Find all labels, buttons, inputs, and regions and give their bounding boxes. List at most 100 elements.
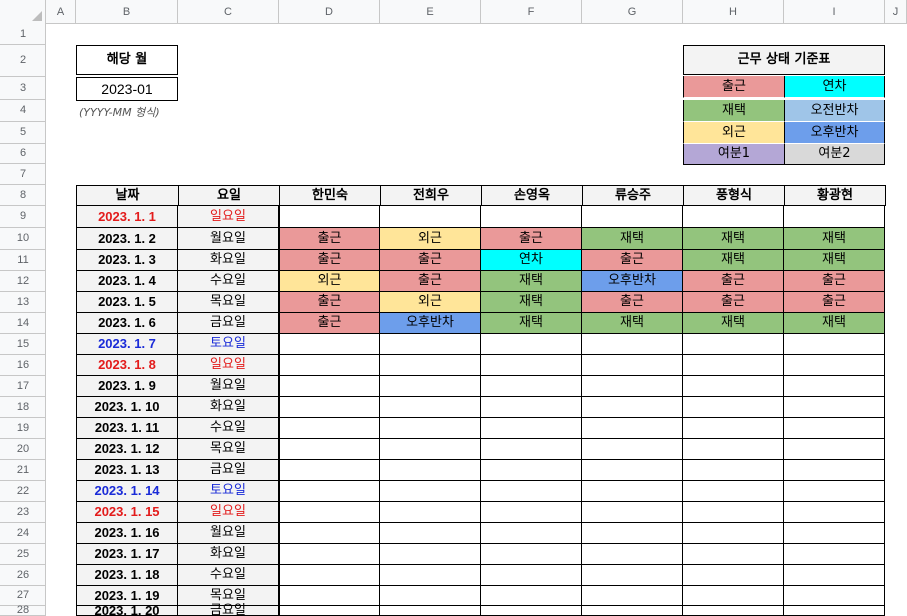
table-row-date[interactable]: 2023. 1. 10 — [76, 397, 178, 418]
table-row-date[interactable]: 2023. 1. 20 — [76, 604, 178, 616]
status-cell[interactable]: 연차 — [481, 250, 582, 271]
status-cell[interactable] — [683, 418, 784, 439]
row-header-2[interactable]: 2 — [0, 45, 46, 77]
month-input[interactable]: 2023-01 — [76, 77, 178, 101]
table-header-2[interactable]: 한민숙 — [279, 185, 381, 206]
status-cell[interactable]: 오후반차 — [582, 271, 683, 292]
status-cell[interactable] — [784, 586, 885, 606]
status-cell[interactable] — [582, 523, 683, 544]
status-cell[interactable] — [683, 565, 784, 586]
status-cell[interactable] — [784, 502, 885, 523]
row-header-13[interactable]: 13 — [0, 292, 46, 313]
status-cell[interactable] — [683, 586, 784, 606]
row-header-25[interactable]: 25 — [0, 544, 46, 565]
table-header-0[interactable]: 날짜 — [76, 185, 179, 206]
status-cell[interactable]: 재택 — [784, 228, 885, 250]
table-row-day[interactable]: 금요일 — [178, 460, 279, 481]
status-cell[interactable] — [784, 544, 885, 565]
status-cell[interactable] — [380, 606, 481, 616]
table-row-date[interactable]: 2023. 1. 14 — [76, 481, 178, 502]
status-cell[interactable]: 출근 — [784, 292, 885, 313]
table-header-7[interactable]: 황광현 — [784, 185, 886, 206]
row-header-28[interactable]: 28 — [0, 605, 46, 616]
status-cell[interactable]: 재택 — [582, 228, 683, 250]
table-row-day[interactable]: 금요일 — [178, 604, 279, 616]
table-row-day[interactable]: 수요일 — [178, 565, 279, 586]
status-cell[interactable] — [683, 206, 784, 228]
row-header-15[interactable]: 15 — [0, 334, 46, 355]
row-header-9[interactable]: 9 — [0, 206, 46, 228]
column-header-f[interactable]: F — [481, 0, 582, 24]
status-cell[interactable] — [582, 502, 683, 523]
row-header-26[interactable]: 26 — [0, 565, 46, 586]
status-cell[interactable] — [683, 606, 784, 616]
status-cell[interactable] — [279, 460, 380, 481]
status-cell[interactable]: 출근 — [683, 292, 784, 313]
row-header-1[interactable]: 1 — [0, 24, 46, 45]
status-cell[interactable]: 출근 — [683, 271, 784, 292]
status-cell[interactable] — [481, 586, 582, 606]
status-cell[interactable] — [481, 439, 582, 460]
status-cell[interactable] — [582, 606, 683, 616]
table-row-date[interactable]: 2023. 1. 13 — [76, 460, 178, 481]
table-row-date[interactable]: 2023. 1. 6 — [76, 313, 178, 334]
table-row-day[interactable]: 목요일 — [178, 439, 279, 460]
status-cell[interactable] — [582, 544, 683, 565]
status-cell[interactable] — [481, 565, 582, 586]
table-header-4[interactable]: 손영옥 — [481, 185, 583, 206]
status-cell[interactable]: 재택 — [582, 313, 683, 334]
status-cell[interactable] — [582, 481, 683, 502]
table-row-date[interactable]: 2023. 1. 2 — [76, 228, 178, 250]
row-header-27[interactable]: 27 — [0, 586, 46, 606]
table-row-day[interactable]: 일요일 — [178, 206, 279, 228]
status-cell[interactable]: 출근 — [380, 271, 481, 292]
status-cell[interactable] — [582, 418, 683, 439]
status-cell[interactable]: 출근 — [380, 250, 481, 271]
row-header-14[interactable]: 14 — [0, 313, 46, 334]
status-cell[interactable]: 재택 — [481, 313, 582, 334]
row-header-17[interactable]: 17 — [0, 376, 46, 397]
status-cell[interactable] — [582, 376, 683, 397]
status-cell[interactable]: 재택 — [683, 250, 784, 271]
row-header-5[interactable]: 5 — [0, 122, 46, 144]
row-header-22[interactable]: 22 — [0, 481, 46, 502]
column-header-g[interactable]: G — [582, 0, 683, 24]
status-cell[interactable] — [683, 334, 784, 355]
row-header-23[interactable]: 23 — [0, 502, 46, 523]
row-header-16[interactable]: 16 — [0, 355, 46, 376]
status-cell[interactable]: 외근 — [380, 228, 481, 250]
table-row-date[interactable]: 2023. 1. 9 — [76, 376, 178, 397]
status-cell[interactable] — [380, 206, 481, 228]
row-header-8[interactable]: 8 — [0, 185, 46, 206]
status-cell[interactable] — [582, 439, 683, 460]
status-cell[interactable]: 재택 — [683, 313, 784, 334]
column-header-i[interactable]: I — [784, 0, 885, 24]
table-header-6[interactable]: 풍형식 — [683, 185, 785, 206]
status-cell[interactable]: 출근 — [279, 292, 380, 313]
status-cell[interactable] — [380, 334, 481, 355]
status-cell[interactable] — [784, 481, 885, 502]
status-cell[interactable] — [582, 397, 683, 418]
status-cell[interactable] — [279, 544, 380, 565]
table-row-date[interactable]: 2023. 1. 5 — [76, 292, 178, 313]
status-cell[interactable] — [582, 460, 683, 481]
status-cell[interactable] — [582, 355, 683, 376]
status-cell[interactable] — [582, 586, 683, 606]
status-cell[interactable]: 출근 — [279, 228, 380, 250]
table-row-day[interactable]: 금요일 — [178, 313, 279, 334]
table-header-1[interactable]: 요일 — [178, 185, 280, 206]
status-cell[interactable] — [380, 565, 481, 586]
status-cell[interactable] — [481, 418, 582, 439]
status-cell[interactable] — [683, 523, 784, 544]
status-cell[interactable]: 외근 — [380, 292, 481, 313]
row-header-10[interactable]: 10 — [0, 228, 46, 250]
column-header-a[interactable]: A — [46, 0, 76, 24]
table-row-date[interactable]: 2023. 1. 16 — [76, 523, 178, 544]
status-cell[interactable] — [683, 355, 784, 376]
status-cell[interactable] — [481, 397, 582, 418]
column-header-h[interactable]: H — [683, 0, 784, 24]
table-header-3[interactable]: 전희우 — [380, 185, 482, 206]
row-header-6[interactable]: 6 — [0, 144, 46, 164]
table-row-day[interactable]: 수요일 — [178, 418, 279, 439]
table-row-date[interactable]: 2023. 1. 11 — [76, 418, 178, 439]
